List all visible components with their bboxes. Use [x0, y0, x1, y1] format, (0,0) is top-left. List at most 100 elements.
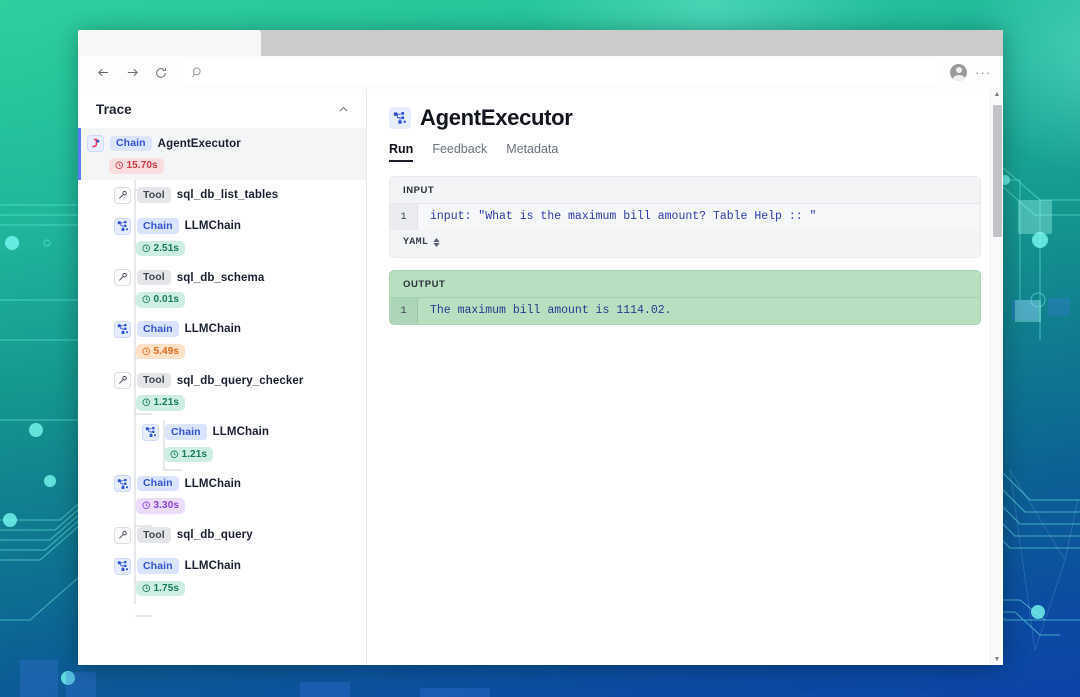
- toolbar-right-controls: ···: [940, 64, 991, 81]
- wrench-icon: [114, 187, 131, 204]
- clock-icon: [142, 244, 151, 253]
- clock-icon: [142, 295, 151, 304]
- forward-arrow-icon[interactable]: [119, 60, 145, 86]
- trace-node-label: LLMChain: [185, 478, 241, 490]
- app-body: Trace: [78, 89, 1003, 665]
- duration-badge: 0.01s: [136, 292, 185, 308]
- duration-badge: 1.75s: [136, 581, 185, 597]
- trace-node-llmchain[interactable]: ChainLLMChain 3.30s: [78, 468, 366, 520]
- scrollbar-thumb[interactable]: [993, 105, 1002, 237]
- chain-graph-icon: [114, 321, 131, 338]
- trace-node-type-badge: Chain: [165, 424, 207, 440]
- trace-node-duration-row: 1.75s: [114, 581, 360, 597]
- input-format-selector[interactable]: YAML: [390, 230, 980, 257]
- trace-node-type-badge: Tool: [137, 373, 171, 389]
- trace-node-label: LLMChain: [185, 560, 241, 572]
- trace-node-llmchain[interactable]: Chain LLMChain2.51s: [78, 211, 366, 263]
- trace-node-llmchain[interactable]: Chain LLMChain 1.75s: [78, 551, 366, 603]
- duration-value: 3.30s: [154, 500, 180, 511]
- tab-run[interactable]: Run: [389, 142, 413, 162]
- scroll-up-arrow-icon[interactable]: ▲: [994, 89, 1001, 100]
- trace-node-row: ChainLLMChain: [114, 474, 360, 493]
- duration-value: 1.75s: [154, 583, 180, 594]
- trace-node-type-badge: Chain: [110, 136, 152, 152]
- trace-node-duration-row: 15.70s: [87, 158, 360, 174]
- trace-panel-header: Trace: [78, 89, 366, 128]
- input-line-number: 1: [390, 204, 418, 230]
- trace-node-type-badge: Tool: [137, 270, 171, 286]
- trace-node-row: Chain AgentExecutor: [87, 134, 360, 153]
- langchain-logo-icon: [87, 135, 104, 152]
- trace-node-label: LLMChain: [185, 220, 241, 232]
- trace-node-label: sql_db_query: [177, 529, 253, 541]
- clock-icon: [142, 398, 151, 407]
- trace-node-row: Tool sql_db_schema: [114, 268, 360, 287]
- trace-node-sql-db-query[interactable]: Tool sql_db_query: [78, 520, 366, 551]
- trace-node-duration-row: 1.21s: [142, 447, 360, 463]
- trace-node-label: LLMChain: [213, 426, 269, 438]
- reload-icon[interactable]: [148, 60, 174, 86]
- trace-node-type-badge: Tool: [137, 527, 171, 543]
- browser-tab-strip: [78, 30, 1003, 56]
- duration-badge: 5.49s: [136, 344, 185, 360]
- duration-value: 0.01s: [154, 294, 180, 305]
- chain-graph-icon: [389, 107, 411, 129]
- output-card-header: OUTPUT: [390, 271, 980, 298]
- page-title: AgentExecutor: [420, 105, 573, 131]
- trace-node-sql-db-query-checker[interactable]: Tool sql_db_query_checker 1.21s: [78, 365, 366, 417]
- clock-icon: [142, 347, 151, 356]
- vertical-scrollbar[interactable]: ▲ ▼: [990, 89, 1003, 665]
- browser-tab[interactable]: [78, 30, 261, 56]
- trace-node-row: Tool sql_db_list_tables: [114, 186, 360, 205]
- trace-node-type-badge: Chain: [137, 218, 179, 234]
- trace-node-label: sql_db_schema: [177, 272, 265, 284]
- output-card: OUTPUT 1 The maximum bill amount is 1114…: [389, 270, 981, 325]
- wrench-icon: [114, 269, 131, 286]
- stepper-updown-icon[interactable]: [433, 238, 440, 247]
- more-options-button[interactable]: ···: [975, 68, 991, 78]
- trace-node-llmchain[interactable]: Chain LLMChain 1.21s: [78, 417, 366, 469]
- trace-node-duration-row: 3.30s: [114, 498, 360, 514]
- output-code-text[interactable]: The maximum bill amount is 1114.02.: [418, 298, 684, 324]
- trace-node-agentexecutor[interactable]: Chain AgentExecutor 15.70s: [78, 128, 366, 180]
- trace-node-llmchain[interactable]: ChainLLMChain5.49s: [78, 314, 366, 366]
- trace-node-row: Chain LLMChain: [114, 557, 360, 576]
- duration-badge: 3.30s: [136, 498, 185, 514]
- trace-node-duration-row: 0.01s: [114, 292, 360, 308]
- tab-metadata[interactable]: Metadata: [506, 142, 558, 162]
- trace-panel-title: Trace: [96, 102, 132, 117]
- detail-header: AgentExecutor: [389, 105, 981, 131]
- avatar[interactable]: [950, 64, 967, 81]
- chevron-up-icon[interactable]: [337, 103, 350, 116]
- trace-node-sql-db-list-tables[interactable]: Tool sql_db_list_tables: [78, 180, 366, 211]
- scrollbar-track[interactable]: [992, 101, 1002, 653]
- detail-tabs: Run Feedback Metadata: [389, 142, 981, 162]
- trace-node-row: Tool sql_db_query: [114, 526, 360, 545]
- duration-badge: 15.70s: [109, 158, 164, 174]
- trace-node-duration-row: 5.49s: [114, 344, 360, 360]
- trace-node-sql-db-schema[interactable]: Tool sql_db_schema 0.01s: [78, 262, 366, 314]
- scroll-down-arrow-icon[interactable]: ▼: [994, 654, 1001, 665]
- trace-node-type-badge: Tool: [137, 187, 171, 203]
- wrench-icon: [114, 372, 131, 389]
- input-code-text[interactable]: input: "What is the maximum bill amount?…: [418, 204, 828, 230]
- wrench-icon: [114, 527, 131, 544]
- trace-node-label: AgentExecutor: [158, 138, 241, 150]
- trace-node-label: sql_db_query_checker: [177, 375, 304, 387]
- address-bar[interactable]: [183, 61, 937, 85]
- back-arrow-icon[interactable]: [90, 60, 116, 86]
- duration-badge: 2.51s: [136, 241, 185, 257]
- clock-icon: [115, 161, 124, 170]
- chain-graph-icon: [114, 558, 131, 575]
- tab-feedback[interactable]: Feedback: [432, 142, 487, 162]
- duration-value: 1.21s: [182, 449, 208, 460]
- search-icon: [191, 66, 204, 79]
- input-card-header: INPUT: [390, 177, 980, 204]
- desktop-wallpaper: ··· Trace: [0, 0, 1080, 697]
- trace-node-type-badge: Chain: [137, 558, 179, 574]
- trace-node-label: sql_db_list_tables: [177, 189, 279, 201]
- run-detail-panel: AgentExecutor RunFeedbackMetadata INPUT …: [367, 89, 1003, 665]
- browser-toolbar: ···: [78, 56, 1003, 89]
- trace-node-row: Tool sql_db_query_checker: [114, 371, 360, 390]
- trace-node-duration-row: 1.21s: [114, 395, 360, 411]
